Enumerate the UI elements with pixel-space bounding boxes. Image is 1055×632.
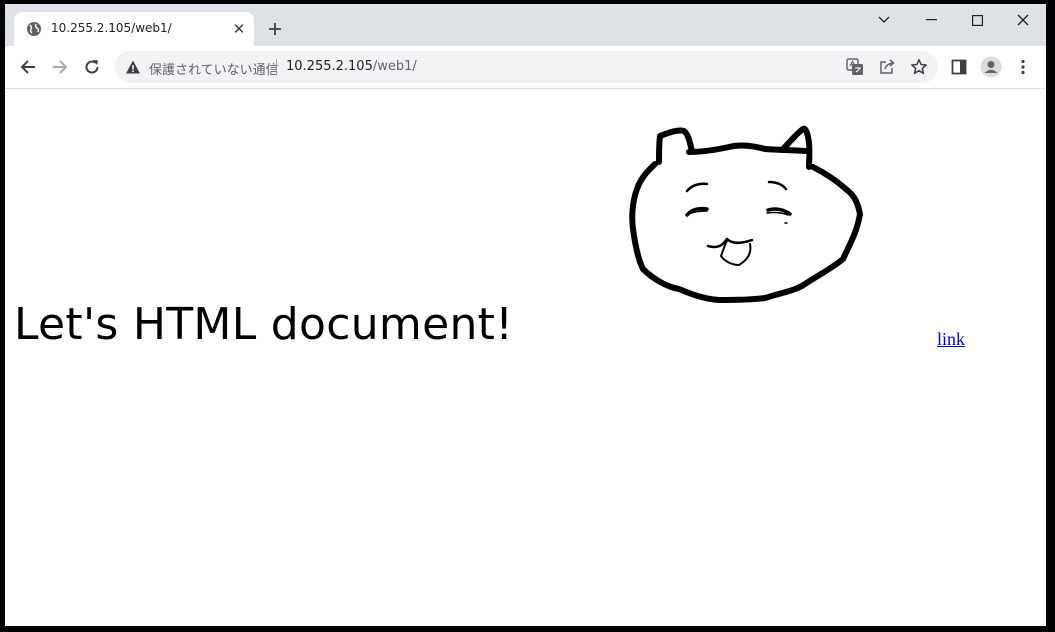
- reload-icon: [85, 60, 99, 74]
- plus-icon: [269, 23, 281, 35]
- close-window-button[interactable]: [1000, 4, 1046, 36]
- cat-drawing: [629, 125, 863, 303]
- maximize-button[interactable]: [954, 4, 1000, 36]
- url-path: /web1/: [372, 59, 417, 74]
- maximize-icon: [971, 14, 983, 26]
- minimize-icon: [925, 19, 937, 21]
- arrow-right-icon: [53, 60, 68, 74]
- security-label[interactable]: 保護されていない通信: [149, 59, 279, 78]
- reload-button[interactable]: [78, 53, 106, 81]
- browser-window: 10.255.2.105/web1/ ✕ 保護されていない通信 10.255.2…: [5, 4, 1046, 626]
- minimize-button[interactable]: [908, 4, 954, 36]
- link[interactable]: link: [937, 329, 965, 350]
- arrow-left-icon: [20, 60, 35, 74]
- tab-title: 10.255.2.105/web1/: [51, 21, 172, 35]
- more-menu-icon[interactable]: [1011, 55, 1035, 79]
- address-bar[interactable]: 保護されていない通信 10.255.2.105/web1/: [115, 51, 938, 83]
- chevron-down-icon: [878, 16, 890, 23]
- translate-icon[interactable]: [845, 57, 865, 77]
- tab-search-button[interactable]: [861, 4, 907, 36]
- tab-active[interactable]: 10.255.2.105/web1/ ✕: [14, 12, 254, 46]
- browser-toolbar: 保護されていない通信 10.255.2.105/web1/: [5, 46, 1046, 88]
- url-text[interactable]: 10.255.2.105/web1/: [286, 59, 417, 74]
- close-tab-icon[interactable]: ✕: [228, 18, 250, 40]
- warning-icon[interactable]: [125, 59, 141, 75]
- side-panel-icon[interactable]: [947, 55, 971, 79]
- close-icon: [1017, 14, 1029, 26]
- url-host: 10.255.2.105: [286, 59, 373, 74]
- forward-button[interactable]: [46, 53, 74, 81]
- avatar-icon[interactable]: [979, 55, 1003, 79]
- globe-icon: [26, 21, 42, 37]
- new-tab-button[interactable]: [263, 17, 287, 41]
- page-heading: Let's HTML document!: [14, 299, 514, 350]
- address-divider: [276, 59, 277, 75]
- page-content: Let's HTML document! link: [5, 89, 1046, 626]
- title-bar: 10.255.2.105/web1/ ✕: [5, 4, 1046, 46]
- share-icon[interactable]: [877, 57, 897, 77]
- back-button[interactable]: [14, 53, 42, 81]
- star-icon[interactable]: [909, 57, 929, 77]
